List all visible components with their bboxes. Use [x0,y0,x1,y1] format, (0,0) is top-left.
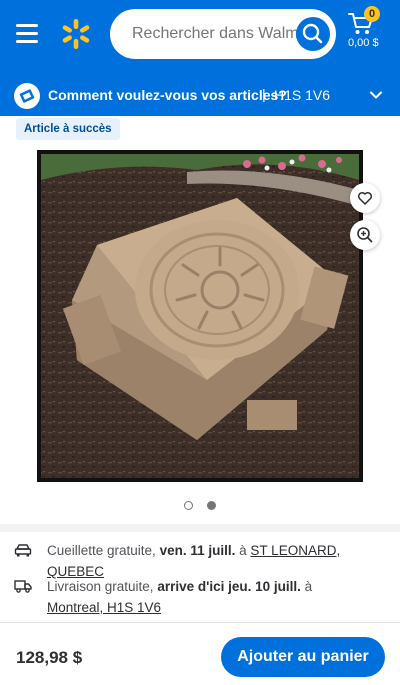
cart-button[interactable]: 0 0,00 $ [346,6,386,58]
carousel-dot-active[interactable] [207,501,216,510]
search-button[interactable] [296,17,330,51]
bottom-action-bar: 128,98 $ Ajouter au panier [0,622,400,685]
fulfillment-separator: | [262,86,266,102]
cart-count-badge: 0 [364,6,380,22]
carousel-dot[interactable] [184,501,193,510]
delivery-label: Livraison gratuite, [47,579,154,594]
product-price: 128,98 $ [16,648,83,667]
delivery-at: à [304,579,313,594]
fulfillment-question: Comment voulez-vous vos articles? [48,87,287,103]
hamburger-menu-icon[interactable] [14,20,40,46]
pickup-label: Cueillette gratuite, [47,543,156,558]
delivery-date: arrive d'ici jeu. 10 juill. [157,579,301,594]
car-icon [14,544,32,557]
heart-icon [357,191,373,205]
favorite-button[interactable] [350,183,380,213]
chevron-down-icon [370,91,382,99]
top-header: 0 0,00 $ [0,0,400,74]
fulfillment-icon [14,83,40,109]
truck-icon [14,580,32,593]
image-carousel-dots [184,500,224,512]
search-input[interactable] [110,9,300,59]
sandbox-product-image[interactable] [37,150,363,482]
search-bar [110,9,336,59]
walmart-spark-icon[interactable] [60,18,92,50]
delivery-location-link[interactable]: Montreal, H1S 1V6 [47,600,161,615]
bestseller-badge: Article à succès [16,118,120,140]
add-to-cart-button[interactable]: Ajouter au panier [221,637,385,677]
fulfillment-postal-code: H1S 1V6 [274,87,331,103]
fulfillment-selector[interactable]: Comment voulez-vous vos articles? | H1S … [0,74,400,116]
pickup-at: à [239,543,247,558]
zoom-button[interactable] [350,220,380,250]
zoom-in-icon [357,227,373,243]
cart-total: 0,00 $ [348,37,379,49]
section-divider [0,524,400,532]
pickup-date: ven. 11 juill. [159,543,236,558]
search-icon [302,23,323,44]
